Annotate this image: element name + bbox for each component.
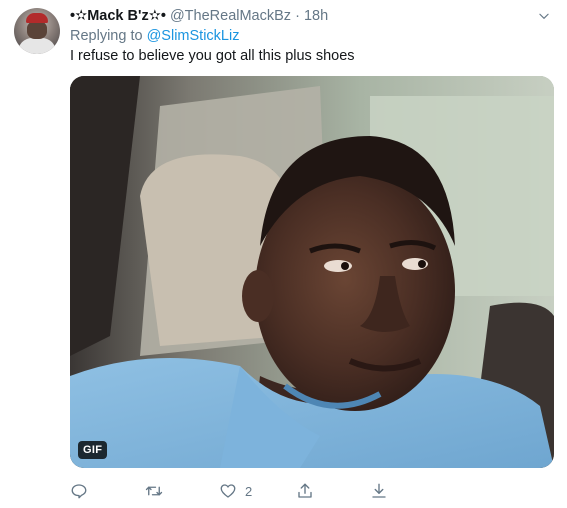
replying-to: Replying to @SlimStickLiz <box>70 27 239 45</box>
like-button[interactable]: 2 <box>219 480 252 502</box>
tweet-header: •✫Mack B'z✫• @TheRealMackBz · 18h <box>70 7 328 25</box>
retweet-button[interactable] <box>145 480 163 502</box>
gif-media[interactable]: GIF <box>70 76 554 468</box>
chevron-down-icon[interactable] <box>537 9 551 23</box>
separator-dot: · <box>295 8 300 24</box>
gif-frame-image <box>70 76 554 468</box>
avatar[interactable] <box>14 8 60 54</box>
tweet-actions: 2 <box>70 480 410 504</box>
retweet-icon <box>145 486 163 496</box>
reply-button[interactable] <box>70 480 88 502</box>
download-button[interactable] <box>370 480 388 502</box>
replying-prefix: Replying to <box>70 28 143 44</box>
user-handle[interactable]: @TheRealMackBz <box>170 8 291 24</box>
share-icon <box>298 483 312 498</box>
like-count: 2 <box>245 483 253 499</box>
gif-badge: GIF <box>78 441 108 459</box>
tweet: •✫Mack B'z✫• @TheRealMackBz · 18h Replyi… <box>0 0 567 508</box>
tweet-text: I refuse to believe you got all this plu… <box>70 48 355 64</box>
heart-icon <box>220 484 236 498</box>
download-icon <box>372 483 386 498</box>
display-name[interactable]: •✫Mack B'z✫• <box>70 8 166 24</box>
share-button[interactable] <box>296 480 314 502</box>
replying-to-mention[interactable]: @SlimStickLiz <box>147 28 240 44</box>
reply-icon <box>71 484 87 499</box>
timestamp[interactable]: 18h <box>304 8 328 24</box>
